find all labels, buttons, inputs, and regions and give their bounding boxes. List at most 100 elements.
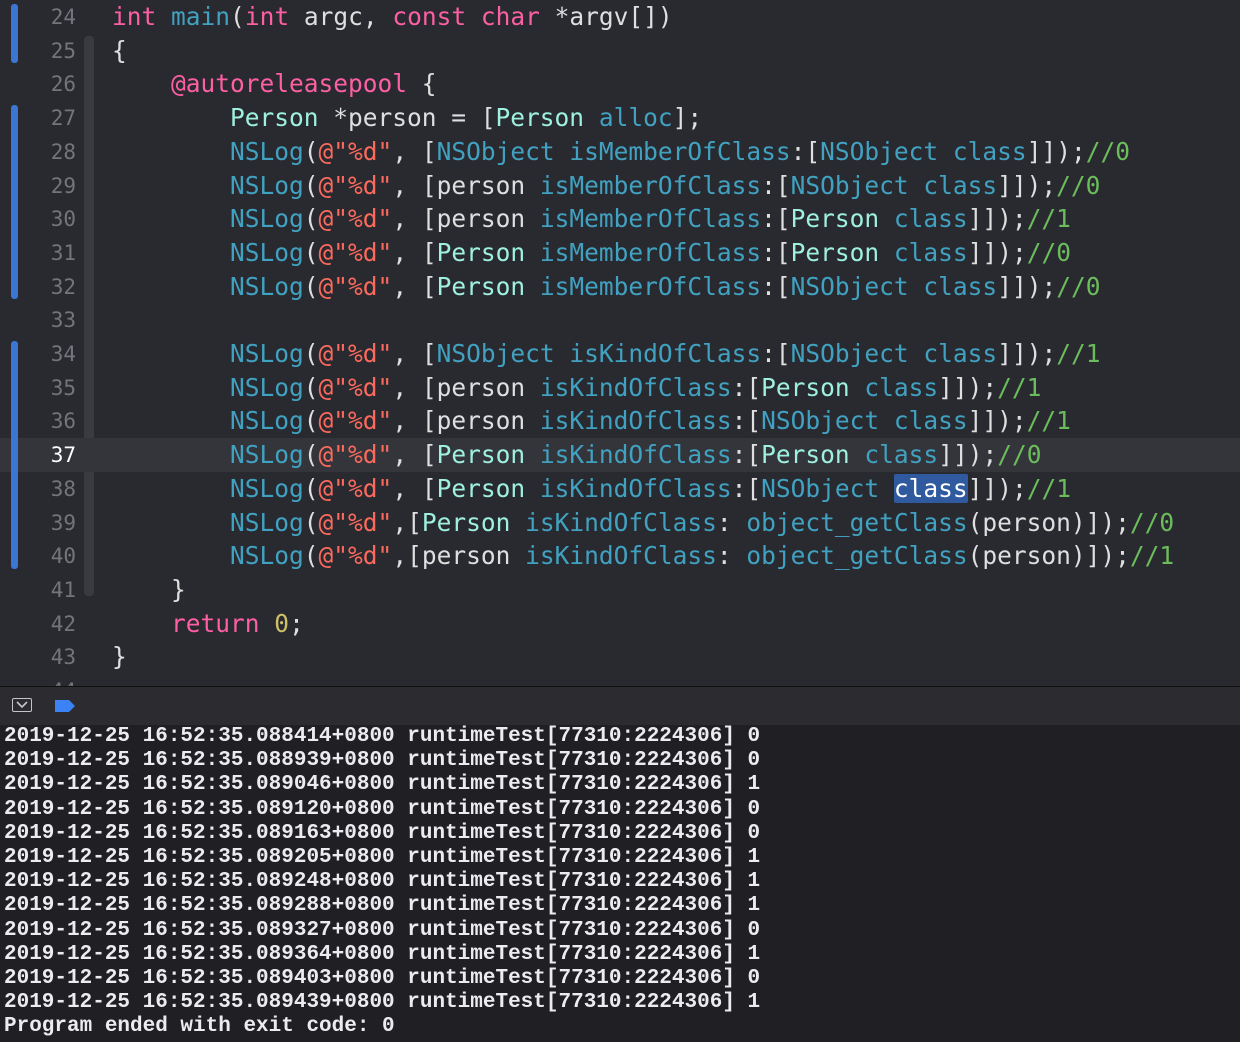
code-token: @"%d" xyxy=(318,136,393,166)
line-number: 25 xyxy=(50,38,76,63)
code-token: NSObject xyxy=(436,339,555,368)
code-line[interactable]: 29 NSLog(@"%d", [person isMemberOfClass:… xyxy=(0,169,1240,203)
code-text: NSLog(@"%d", [person isMemberOfClass:[NS… xyxy=(112,169,1100,203)
console-output-line: 2019-12-25 16:52:35.088939+0800 runtimeT… xyxy=(4,749,761,773)
source-control-change-marker[interactable] xyxy=(11,105,18,300)
code-token: NSObject xyxy=(761,473,880,503)
code-line[interactable]: 31 NSLog(@"%d", [Person isMemberOfClass:… xyxy=(0,236,1240,270)
hide-debug-area-icon[interactable] xyxy=(12,698,32,712)
code-token: :[ xyxy=(761,204,791,234)
code-token: ,[person xyxy=(392,541,526,571)
code-token: *argv[]) xyxy=(539,2,673,31)
code-line[interactable]: 44 xyxy=(0,674,1240,686)
code-token: Person xyxy=(436,271,526,301)
code-token: class xyxy=(893,237,968,267)
code-token: NSLog xyxy=(230,541,304,571)
code-token: //0 xyxy=(1056,170,1101,200)
code-token: //1 xyxy=(1129,541,1175,571)
code-line[interactable]: 27 Person *person = [Person alloc]; xyxy=(0,101,1240,135)
code-text: NSLog(@"%d", [NSObject isMemberOfClass:[… xyxy=(112,135,1130,169)
code-token: NSLog xyxy=(230,136,304,166)
code-token: NSLog xyxy=(230,204,304,234)
line-number: 31 xyxy=(50,240,76,265)
code-token: ( xyxy=(303,170,319,200)
code-token: , [ xyxy=(392,339,437,368)
code-token: @"%d" xyxy=(318,507,393,537)
code-token: :[ xyxy=(790,136,821,166)
code-line[interactable]: 35 NSLog(@"%d", [person isKindOfClass:[P… xyxy=(0,371,1240,405)
code-text: NSLog(@"%d", [Person isKindOfClass:[NSOb… xyxy=(112,472,1071,506)
console-output-line: 2019-12-25 16:52:35.089364+0800 runtimeT… xyxy=(4,942,761,966)
code-token: Person xyxy=(436,440,526,470)
line-number: 29 xyxy=(50,173,76,198)
debug-console[interactable]: 2019-12-25 16:52:35.088414+0800 runtimeT… xyxy=(0,725,1240,1042)
code-token: @"%d" xyxy=(318,237,393,267)
code-line[interactable]: 32 NSLog(@"%d", [Person isMemberOfClass:… xyxy=(0,270,1240,304)
line-number: 36 xyxy=(50,409,76,434)
line-number: 39 xyxy=(50,510,76,535)
code-token: :[ xyxy=(761,339,791,368)
code-text: NSLog(@"%d",[person isKindOfClass: objec… xyxy=(112,539,1174,573)
code-token: object_getClass xyxy=(746,541,968,571)
console-output-line: 2019-12-25 16:52:35.089327+0800 runtimeT… xyxy=(4,918,761,942)
code-token: , [person xyxy=(392,204,540,234)
code-line[interactable]: 28 NSLog(@"%d", [NSObject isMemberOfClas… xyxy=(0,135,1240,169)
code-line[interactable]: 40 NSLog(@"%d",[person isKindOfClass: ob… xyxy=(0,539,1240,573)
code-token: isKindOfClass xyxy=(539,372,732,402)
code-token: ( xyxy=(230,2,245,31)
code-line[interactable]: 30 NSLog(@"%d", [person isMemberOfClass:… xyxy=(0,202,1240,236)
code-token: Person xyxy=(436,473,526,503)
code-token: isMemberOfClass xyxy=(539,204,762,234)
code-token: , [ xyxy=(392,271,437,301)
code-token: :[ xyxy=(761,271,791,301)
code-token: Person xyxy=(495,103,585,133)
source-control-change-marker[interactable] xyxy=(11,4,18,64)
console-output-line: 2019-12-25 16:52:35.089248+0800 runtimeT… xyxy=(4,870,761,894)
source-control-change-marker[interactable] xyxy=(11,341,18,569)
line-number: 33 xyxy=(50,308,76,333)
code-line[interactable]: 43} xyxy=(0,640,1240,674)
code-token: ]]); xyxy=(1026,136,1086,166)
code-line[interactable]: 41 } xyxy=(0,573,1240,607)
code-token: 0 xyxy=(274,608,290,638)
code-line[interactable]: 39 NSLog(@"%d",[Person isKindOfClass: ob… xyxy=(0,506,1240,540)
code-editor[interactable]: 24 int main(int argc, const char *argv[])… xyxy=(0,0,1240,686)
line-number: 42 xyxy=(50,611,76,636)
code-token: NSObject xyxy=(820,136,939,166)
code-line[interactable]: 36 NSLog(@"%d", [person isKindOfClass:[N… xyxy=(0,404,1240,438)
code-token: const xyxy=(392,2,467,31)
code-token: isKindOfClass xyxy=(569,339,762,368)
code-line[interactable]: 34 NSLog(@"%d", [NSObject isKindOfClass:… xyxy=(0,337,1240,371)
code-token: NSLog xyxy=(230,372,304,402)
code-line[interactable]: 38 NSLog(@"%d", [Person isKindOfClass:[N… xyxy=(0,472,1240,506)
console-output-line: 2019-12-25 16:52:35.089046+0800 runtimeT… xyxy=(4,773,761,797)
breakpoint-icon[interactable] xyxy=(54,699,76,713)
code-line[interactable]: 26 @autoreleasepool { xyxy=(0,67,1240,101)
code-token: //0 xyxy=(1129,507,1175,537)
code-line[interactable]: 25 { xyxy=(0,34,1240,68)
code-token: , [person xyxy=(392,170,540,200)
code-token: NSLog xyxy=(230,170,304,200)
code-line[interactable]: 33 xyxy=(0,303,1240,337)
console-output-line: 2019-12-25 16:52:35.089163+0800 runtimeT… xyxy=(4,821,761,845)
code-token: NSObject xyxy=(761,406,880,436)
code-token: ( xyxy=(303,440,319,470)
code-token: : xyxy=(716,541,747,571)
code-text: NSLog(@"%d",[Person isKindOfClass: objec… xyxy=(112,506,1174,540)
code-token: ]]); xyxy=(938,372,998,402)
code-line[interactable]: 42 return 0; xyxy=(0,607,1240,641)
code-token: ( xyxy=(303,372,319,402)
code-token: { xyxy=(407,69,437,99)
code-line[interactable]: 37 NSLog(@"%d", [Person isKindOfClass:[P… xyxy=(0,438,1240,473)
code-token: , [ xyxy=(392,440,437,470)
code-line[interactable]: 24 int main(int argc, const char *argv[]) xyxy=(0,0,1240,34)
code-token: ]]); xyxy=(997,271,1057,301)
